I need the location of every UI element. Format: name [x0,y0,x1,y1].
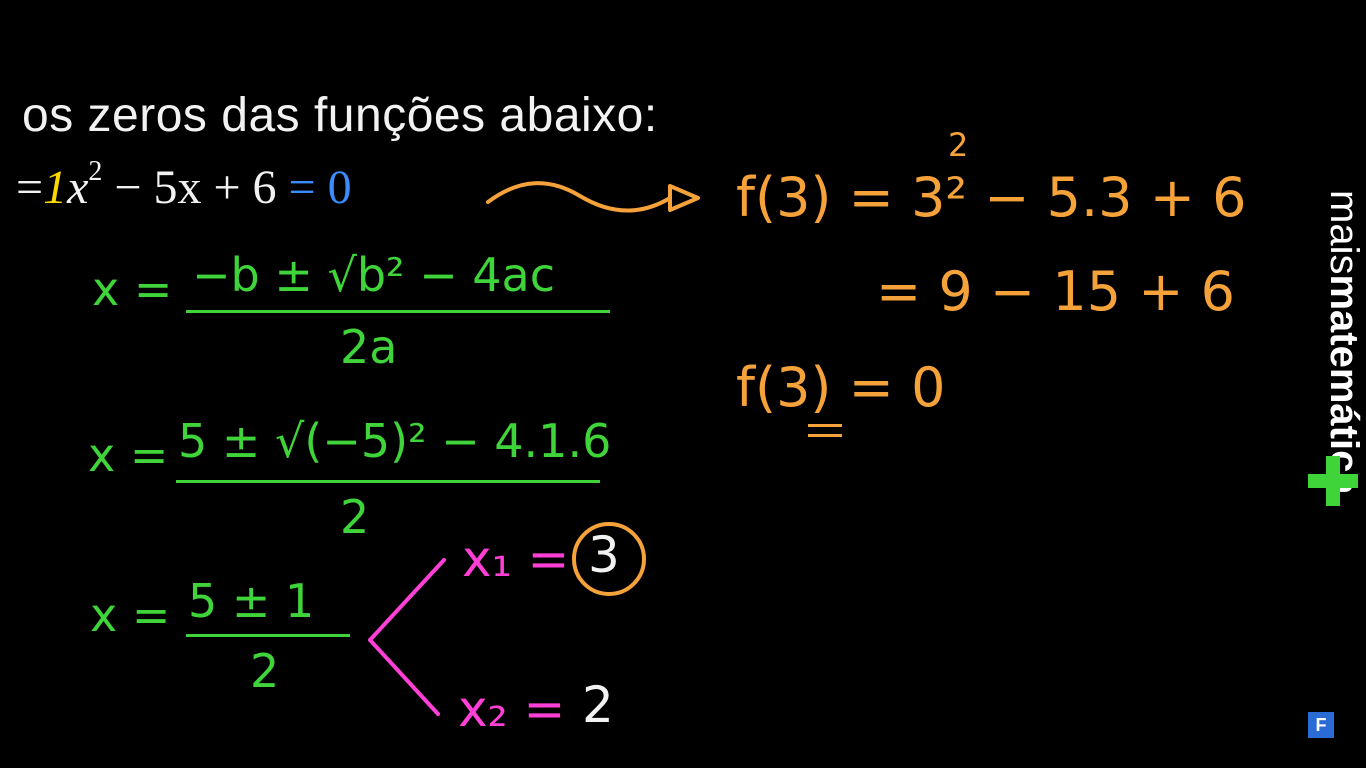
main-equation: =1x2 − 5x + 6 = 0 [16,156,352,215]
badge-icon: F [1308,712,1334,738]
orange-line-1: f(3) = 3² − 5.3 + 6 [736,166,1247,229]
simpl-lhs: x = [90,588,171,642]
branch-lines [368,558,446,716]
orange-underline-1 [808,424,842,427]
x2-label: x₂ = [458,680,566,738]
equation-zero: 0 [327,161,352,214]
subst-fraction-bar [176,480,600,483]
simpl-denominator: 2 [250,644,280,698]
plus-icon [1308,456,1358,506]
orange-underline-2 [808,434,842,437]
logo-light: mais [1322,190,1366,275]
orange-line-2: = 9 − 15 + 6 [876,260,1235,323]
x2-value: 2 [582,676,614,734]
formula-lhs: x = [92,262,173,316]
x1-value: 3 [588,526,620,584]
equation-prefix: = [16,161,44,214]
formula-denominator: 2a [340,320,398,374]
x1-label: x₁ = [462,530,570,588]
subst-denominator: 2 [340,490,370,544]
heading-text: os zeros das funções abaixo: [22,89,658,142]
subst-lhs: x = [88,428,169,482]
logo-text: maismatemática [1300,190,1366,580]
equation-coef: 1 [43,161,68,214]
equation-eq: = [288,161,328,214]
orange-line-3: f(3) = 0 [736,356,946,419]
simpl-fraction-bar [186,634,350,637]
equation-var: x [67,161,89,214]
logo: maismatemática [1300,190,1366,580]
orange-exponent: 2 [948,126,969,164]
simpl-numerator: 5 ± 1 [188,574,315,628]
formula-fraction-bar [186,310,610,313]
equation-rest: − 5x + 6 [102,161,289,214]
subst-numerator: 5 ± √(−5)² − 4.1.6 [178,414,612,468]
equation-exp: 2 [88,156,103,187]
formula-numerator: −b ± √b² − 4ac [192,248,556,302]
arrow-icon [486,181,700,213]
